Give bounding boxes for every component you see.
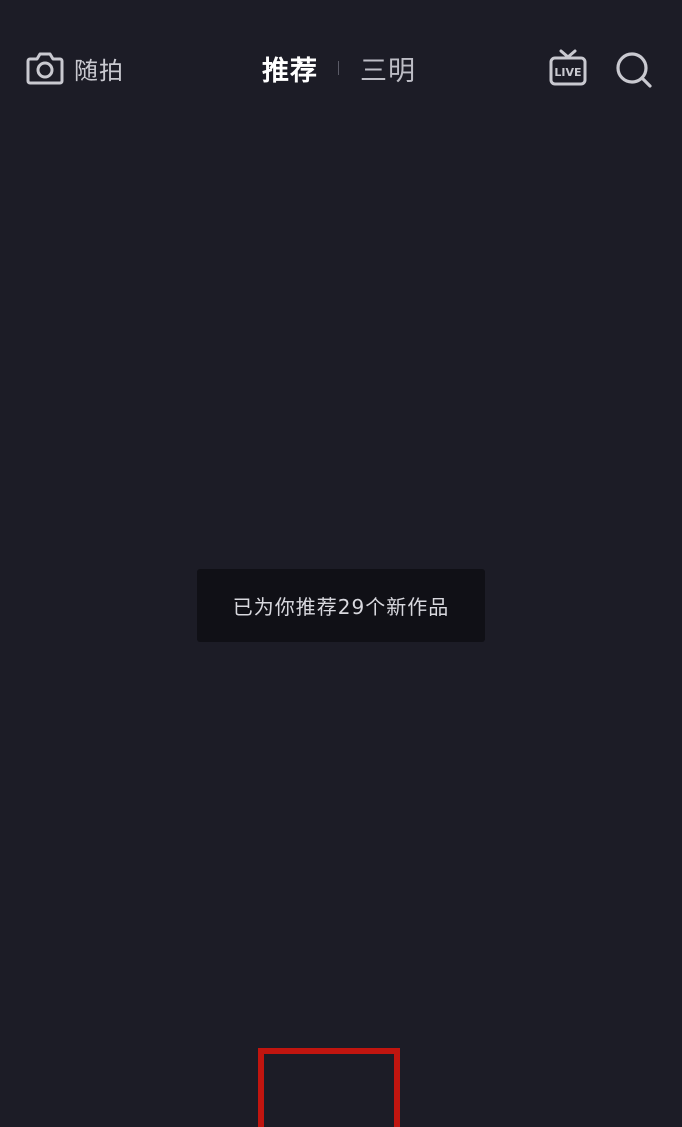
search-icon [616,52,652,88]
tab-local[interactable]: 三明 [360,49,416,88]
live-button[interactable]: LIVE [549,48,587,88]
tab-divider [338,61,339,75]
live-badge-text: LIVE [554,66,581,79]
live-tv-icon: LIVE [549,49,587,86]
feed-tabs: 推荐 三明 [262,48,416,88]
search-button[interactable] [614,50,654,90]
toast-message: 已为你推荐29个新作品 [232,595,450,619]
camera-label: 随拍 [74,56,124,85]
camera-button[interactable]: 随拍 [26,48,124,88]
highlight-box [258,1048,400,1127]
camera-icon [26,51,64,85]
recommend-toast: 已为你推荐29个新作品 [197,569,485,642]
top-bar: 随拍 推荐 三明 LIVE [0,0,682,140]
tab-recommend[interactable]: 推荐 [262,49,318,88]
